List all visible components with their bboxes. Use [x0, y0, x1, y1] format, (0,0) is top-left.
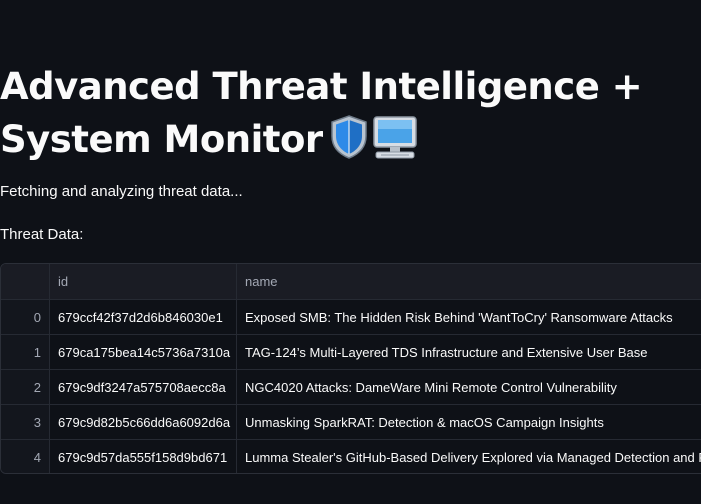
- computer-icon: [372, 115, 417, 158]
- page-title-line-1: Advanced Threat Intelligence +: [0, 65, 643, 108]
- shield-icon: [330, 114, 367, 159]
- row-index-cell[interactable]: 0: [1, 300, 50, 334]
- column-header-id[interactable]: id: [50, 264, 237, 299]
- table-row[interactable]: 0 679ccf42f37d2d6b846030e1 Exposed SMB: …: [1, 300, 701, 335]
- row-index-cell[interactable]: 4: [1, 440, 50, 473]
- id-cell[interactable]: 679ccf42f37d2d6b846030e1: [50, 300, 237, 334]
- name-cell[interactable]: NGC4020 Attacks: DameWare Mini Remote Co…: [237, 370, 701, 404]
- row-index-cell[interactable]: 1: [1, 335, 50, 369]
- table-row[interactable]: 4 679c9d57da555f158d9bd671 Lumma Stealer…: [1, 440, 701, 473]
- id-cell[interactable]: 679ca175bea14c5736a7310a: [50, 335, 237, 369]
- page-title: Advanced Threat Intelligence + System Mo…: [0, 60, 701, 166]
- name-cell[interactable]: Exposed SMB: The Hidden Risk Behind 'Wan…: [237, 300, 701, 334]
- page-title-text: System Monitor: [0, 118, 323, 161]
- table-row[interactable]: 2 679c9df3247a575708aecc8a NGC4020 Attac…: [1, 370, 701, 405]
- threat-data-table[interactable]: id name 0 679ccf42f37d2d6b846030e1 Expos…: [0, 263, 701, 474]
- column-header-name[interactable]: name: [237, 264, 701, 299]
- name-cell[interactable]: TAG-124’s Multi-Layered TDS Infrastructu…: [237, 335, 701, 369]
- id-cell[interactable]: 679c9df3247a575708aecc8a: [50, 370, 237, 404]
- id-cell[interactable]: 679c9d57da555f158d9bd671: [50, 440, 237, 473]
- column-header-index[interactable]: [1, 264, 50, 299]
- name-cell[interactable]: Unmasking SparkRAT: Detection & macOS Ca…: [237, 405, 701, 439]
- table-row[interactable]: 3 679c9d82b5c66dd6a6092d6a Unmasking Spa…: [1, 405, 701, 440]
- table-label: Threat Data:: [0, 226, 84, 243]
- row-index-cell[interactable]: 3: [1, 405, 50, 439]
- id-cell[interactable]: 679c9d82b5c66dd6a6092d6a: [50, 405, 237, 439]
- row-index-cell[interactable]: 2: [1, 370, 50, 404]
- table-header-row: id name: [1, 264, 701, 300]
- app-page: Advanced Threat Intelligence + System Mo…: [0, 0, 701, 504]
- page-title-line-2: System Monitor: [0, 113, 701, 166]
- name-cell[interactable]: Lumma Stealer's GitHub-Based Delivery Ex…: [237, 440, 701, 473]
- status-text: Fetching and analyzing threat data...: [0, 183, 243, 200]
- table-row[interactable]: 1 679ca175bea14c5736a7310a TAG-124’s Mul…: [1, 335, 701, 370]
